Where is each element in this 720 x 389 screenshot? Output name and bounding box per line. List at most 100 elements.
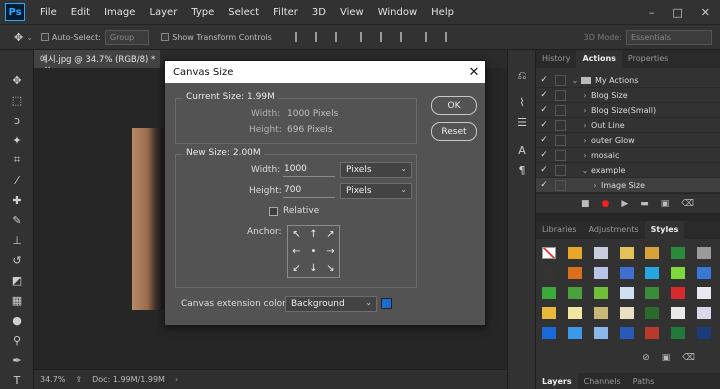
style-swatch[interactable] [542, 327, 556, 339]
dialog-toggle[interactable] [555, 74, 566, 86]
chevron-right-icon[interactable]: › [579, 121, 591, 130]
clone-stamp-tool-icon[interactable]: ⊥ [0, 230, 34, 250]
chevron-right-icon[interactable]: › [589, 181, 601, 190]
action-row[interactable]: ✓ ⌄ My Actions [536, 73, 720, 88]
adjustments-icon[interactable]: ☰ [508, 112, 536, 132]
width-unit-dropdown[interactable]: Pixels ⌄ [340, 162, 412, 178]
tab-history[interactable]: History [536, 50, 576, 68]
close-window-button[interactable]: ✕ [701, 6, 710, 19]
character-panel-icon[interactable]: A [508, 140, 536, 160]
paragraph-panel-icon[interactable]: ¶ [508, 160, 536, 180]
tab-libraries[interactable]: Libraries [536, 221, 583, 239]
anchor-arrow-left-icon[interactable]: ← [288, 243, 305, 260]
style-swatch[interactable] [619, 327, 634, 339]
new-style-icon[interactable]: ▣ [662, 353, 671, 369]
menu-select[interactable]: Select [221, 7, 266, 18]
style-swatch[interactable] [697, 327, 712, 339]
anchor-arrow-right-icon[interactable]: → [322, 243, 339, 260]
dialog-toggle[interactable] [555, 119, 566, 131]
style-swatch[interactable] [593, 287, 608, 299]
checkmark-icon[interactable]: ✓ [536, 90, 552, 100]
trash-icon[interactable]: ⌫ [681, 199, 694, 209]
style-swatch[interactable] [697, 267, 712, 279]
trash-icon[interactable]: ⌫ [682, 353, 695, 369]
menu-file[interactable]: File [33, 7, 64, 18]
close-icon[interactable]: ✕ [463, 65, 485, 80]
style-swatch[interactable] [619, 267, 634, 279]
distribute-icon[interactable] [424, 32, 435, 42]
chevron-down-icon[interactable]: ⌄ [569, 76, 581, 85]
chevron-down-icon[interactable]: ⌄ [579, 166, 591, 175]
history-panel-icon[interactable]: ⎌ [508, 66, 536, 86]
checkmark-icon[interactable]: ✓ [536, 75, 552, 85]
style-swatch[interactable] [542, 287, 556, 299]
style-swatch[interactable] [593, 267, 608, 279]
action-row[interactable]: ✓ › Blog Size(Small) [536, 103, 720, 118]
checkmark-icon[interactable]: ✓ [536, 150, 552, 160]
chevron-right-icon[interactable]: › [579, 91, 591, 100]
dialog-toggle[interactable] [555, 89, 566, 101]
dialog-title-bar[interactable]: Canvas Size ✕ [165, 61, 485, 83]
dialog-toggle[interactable] [555, 104, 566, 116]
style-swatch[interactable] [593, 307, 608, 319]
chevron-right-icon[interactable]: › [579, 106, 591, 115]
style-swatch[interactable] [619, 247, 634, 259]
ok-button[interactable]: OK [431, 96, 477, 115]
new-set-icon[interactable]: ▬ [640, 199, 649, 209]
minimize-button[interactable]: – [649, 6, 655, 19]
anchor-arrow-down-icon[interactable]: ↓ [305, 260, 322, 277]
width-input[interactable]: 1000 [283, 162, 335, 177]
relative-checkbox[interactable] [269, 207, 278, 216]
pen-tool-icon[interactable]: ✒ [0, 350, 34, 370]
move-tool-icon[interactable]: ✥ [0, 70, 34, 90]
history-brush-tool-icon[interactable]: ↺ [0, 250, 34, 270]
style-swatch[interactable] [619, 287, 634, 299]
tab-properties[interactable]: Properties [622, 50, 674, 68]
record-icon[interactable]: ● [601, 199, 609, 209]
lasso-tool-icon[interactable]: ↄ [0, 110, 34, 130]
share-icon[interactable]: ⇪ [75, 375, 82, 384]
maximize-button[interactable]: □ [672, 6, 682, 19]
tab-styles[interactable]: Styles [644, 221, 685, 239]
style-swatch[interactable] [697, 287, 712, 299]
chevron-down-icon[interactable]: ⌄ [26, 33, 33, 42]
menu-layer[interactable]: Layer [142, 7, 184, 18]
style-swatch[interactable] [542, 267, 556, 279]
new-action-icon[interactable]: ▣ [661, 199, 670, 209]
blur-tool-icon[interactable]: ● [0, 310, 34, 330]
distribute-icon[interactable] [444, 32, 455, 42]
height-unit-dropdown[interactable]: Pixels ⌄ [340, 183, 412, 199]
gradient-tool-icon[interactable]: ▦ [0, 290, 34, 310]
healing-brush-tool-icon[interactable]: ✚ [0, 190, 34, 210]
show-transform-checkbox[interactable] [161, 33, 170, 41]
action-row[interactable]: ✓ › Blog Size [536, 88, 720, 103]
style-swatch[interactable] [567, 287, 582, 299]
anchor-arrow-up-icon[interactable]: ↑ [305, 226, 322, 243]
chevron-right-icon[interactable]: › [579, 136, 591, 145]
auto-select-target-dropdown[interactable]: Group [104, 29, 150, 45]
reset-button[interactable]: Reset [431, 122, 477, 141]
style-swatch[interactable] [645, 287, 660, 299]
brush-settings-icon[interactable]: ⌇ [508, 92, 536, 112]
workspace-dropdown[interactable]: Essentials [625, 29, 712, 45]
checkmark-icon[interactable]: ✓ [536, 105, 552, 115]
style-swatch[interactable] [542, 307, 556, 319]
action-row-selected[interactable]: ✓ › Image Size [536, 178, 720, 193]
action-row[interactable]: ✓ ⌄ example [536, 163, 720, 178]
anchor-arrow-up-right-icon[interactable]: ↗ [322, 226, 339, 243]
anchor-arrow-down-left-icon[interactable]: ↙ [288, 260, 305, 277]
align-right-icon[interactable] [334, 32, 345, 42]
align-top-icon[interactable] [359, 32, 370, 42]
eyedropper-tool-icon[interactable]: ⁄ [0, 170, 34, 190]
action-row[interactable]: ✓ › outer Glow [536, 133, 720, 148]
style-swatch[interactable] [645, 247, 660, 259]
play-icon[interactable]: ▶ [621, 199, 628, 209]
checkmark-icon[interactable]: ✓ [536, 135, 552, 145]
style-swatch[interactable] [671, 247, 686, 259]
menu-edit[interactable]: Edit [64, 7, 97, 18]
type-tool-icon[interactable]: T [0, 370, 34, 389]
style-swatch-none[interactable] [542, 247, 556, 259]
menu-help[interactable]: Help [424, 7, 461, 18]
extension-color-dropdown[interactable]: Background ⌄ [285, 296, 377, 312]
tab-layers[interactable]: Layers [536, 373, 578, 389]
